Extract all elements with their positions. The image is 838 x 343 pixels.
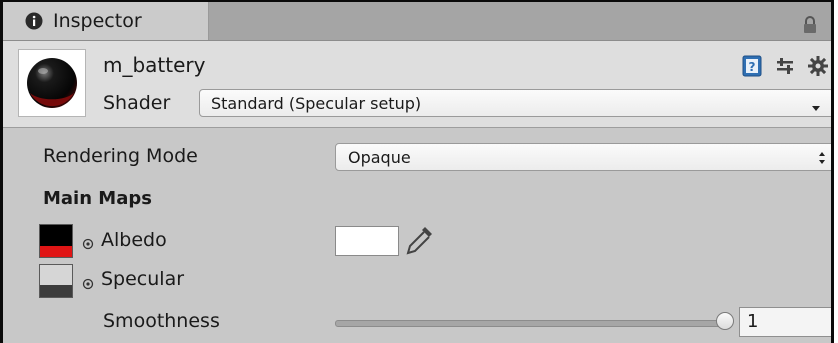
smoothness-slider-track[interactable] [335, 320, 727, 327]
info-icon [25, 12, 43, 30]
updown-arrows-icon [818, 150, 826, 169]
svg-text:?: ? [749, 60, 756, 74]
smoothness-label: Smoothness [103, 310, 220, 332]
rendering-mode-label: Rendering Mode [43, 145, 198, 167]
material-preview [18, 49, 86, 117]
rendering-mode-dropdown[interactable]: Opaque [335, 143, 831, 171]
eyedropper-icon[interactable] [405, 224, 435, 260]
object-picker-icon[interactable] [82, 235, 94, 250]
shader-dropdown[interactable]: Standard (Specular setup) [199, 89, 831, 117]
material-header: m_battery Shader Standard (Specular setu… [3, 41, 831, 128]
albedo-color-field[interactable] [335, 226, 399, 256]
tab-inspector[interactable]: Inspector [3, 2, 209, 40]
shader-dropdown-value: Standard (Specular setup) [211, 93, 422, 113]
shader-label: Shader [103, 92, 171, 114]
chevron-down-icon [811, 98, 821, 117]
specular-texture-slot[interactable] [39, 264, 73, 298]
albedo-texture-red-band [40, 246, 72, 257]
specular-texture-dark-band [40, 285, 72, 297]
albedo-texture-slot[interactable] [39, 224, 73, 258]
main-maps-title: Main Maps [43, 188, 152, 209]
header-icons: ? [729, 55, 829, 77]
preset-settings-icon[interactable] [775, 56, 795, 76]
smoothness-value-field[interactable]: 1 [739, 307, 831, 337]
help-book-icon[interactable]: ? [741, 55, 763, 77]
albedo-label: Albedo [101, 229, 167, 251]
gear-icon[interactable] [807, 55, 829, 77]
specular-label: Specular [101, 268, 185, 290]
tab-bar: Inspector [3, 2, 831, 41]
object-picker-icon[interactable] [82, 275, 94, 290]
inspector-window: Inspector m_battery Shader Standard (Spe… [0, 0, 834, 343]
material-name: m_battery [103, 53, 206, 77]
smoothness-slider-handle[interactable] [716, 312, 734, 330]
lock-icon[interactable] [803, 16, 817, 34]
tab-label: Inspector [53, 10, 142, 32]
material-preview-sphere-icon [27, 58, 77, 108]
rendering-mode-value: Opaque [348, 147, 411, 167]
